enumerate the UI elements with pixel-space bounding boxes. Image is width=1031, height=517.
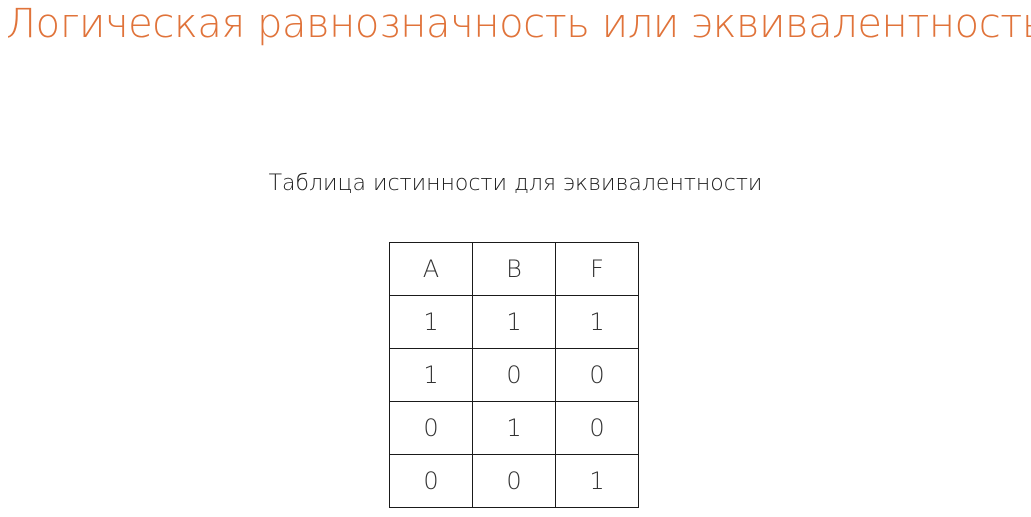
truth-table: A B F 1 1 1 1 0 0 0 1 0 0 0 1 — [389, 242, 639, 508]
table-cell: 1 — [389, 295, 473, 349]
table-caption: Таблица истинности для эквивалентности — [268, 171, 763, 196]
table-cell: 1 — [472, 401, 556, 455]
header-cell-a: A — [389, 242, 473, 296]
table-cell: 0 — [472, 454, 556, 508]
header-cell-b: B — [472, 242, 556, 296]
table-cell: 0 — [555, 348, 639, 402]
table-cell: 0 — [389, 454, 473, 508]
table-cell: 1 — [389, 348, 473, 402]
table-row: 1 0 0 — [389, 348, 639, 402]
slide-title: Логическая равнозначность или эквивалент… — [6, 1, 1031, 47]
table-row: 0 1 0 — [389, 401, 639, 455]
table-cell: 0 — [472, 348, 556, 402]
table-row: 1 1 1 — [389, 295, 639, 349]
table-cell: 0 — [389, 401, 473, 455]
table-cell: 1 — [472, 295, 556, 349]
table-cell: 1 — [555, 295, 639, 349]
header-cell-f: F — [555, 242, 639, 296]
table-row: 0 0 1 — [389, 454, 639, 508]
table-cell: 1 — [555, 454, 639, 508]
table-header-row: A B F — [389, 242, 639, 296]
table-cell: 0 — [555, 401, 639, 455]
